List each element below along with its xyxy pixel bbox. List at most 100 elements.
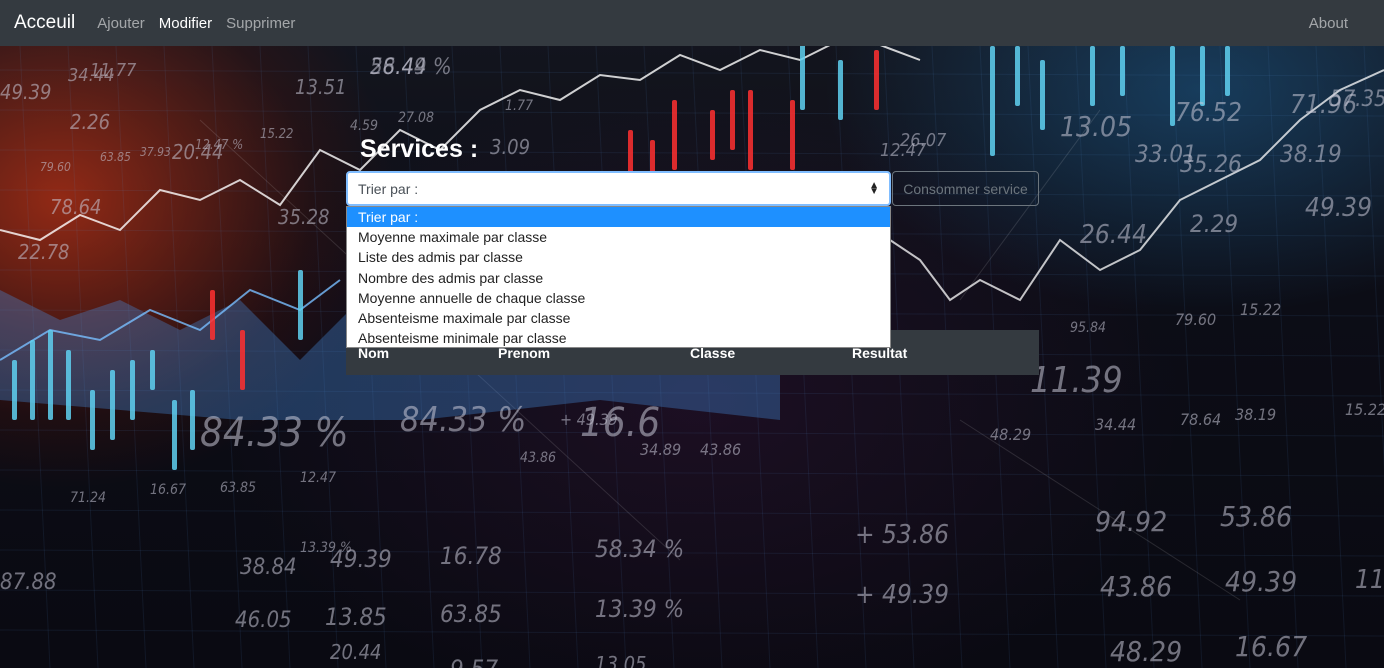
background-number: 20.44 [330,640,382,664]
candle [90,390,95,450]
background-number: 12.47 [880,140,927,161]
background-number: 78.64 [50,195,102,219]
candle [298,270,303,340]
background-number: 20.44 [172,140,224,164]
background-number: 15.22 [1345,400,1384,419]
background-number: 43.86 [1100,570,1173,603]
dropdown-option[interactable]: Nombre des admis par classe [347,268,890,288]
background-number: 35.28 [278,205,330,229]
candle [800,40,805,110]
background-number: 11.77 [1355,565,1384,595]
background-number: 26.44 [1080,220,1147,250]
background-number: 49.39 [1225,565,1298,598]
background-number: 63.85 [100,150,131,164]
background-number: 13.05 [1060,110,1133,143]
grid-line [0,589,1384,597]
candle [672,100,677,170]
background-number: 16.67 [150,482,187,498]
background-number: 84.33 % [400,400,527,440]
background-number: 46.05 [235,608,292,633]
background-number: 38.19 [1280,140,1342,168]
background-number: 48.29 [990,425,1032,444]
dropdown-option[interactable]: Trier par : [347,207,890,228]
candle [66,350,71,420]
background-number: 15.22 [1240,300,1282,319]
candle [990,46,995,156]
background-number: 58.34 % [595,535,685,563]
background-number: 11.39 [1030,360,1123,401]
background-number: 95.84 [1070,320,1107,336]
background-number: 84.33 % [200,410,349,456]
background-number: 13.05 [595,652,647,668]
candle [1225,46,1230,96]
background-number: 43.86 [520,450,557,466]
sort-select[interactable]: Trier par : ▲ ▼ [346,171,891,206]
background-number: 78.64 [1180,410,1222,429]
background-number: + 53.86 [855,520,949,550]
dropdown-option[interactable]: Liste des admis par classe [347,247,890,267]
background-number: 87.88 [0,570,57,595]
dropdown-option[interactable]: Moyenne maximale par classe [347,227,890,247]
background-number: 12.47 [300,470,337,486]
background-number: 48.29 [1110,635,1183,668]
background-number: 43.86 [700,440,742,459]
background-number: 79.60 [40,160,71,174]
background-number: 33.01 [1135,140,1197,168]
nav-link-ajouter[interactable]: Ajouter [97,15,145,32]
consume-service-button[interactable]: Consommer service [892,171,1039,206]
background-number: 38.84 [240,555,297,580]
candle [210,290,215,340]
background-number: 1.77 [505,98,534,114]
grid-line [0,469,1384,477]
background-number: 63.85 [220,480,257,496]
candle [1015,46,1020,106]
candle [48,330,53,420]
candle [1120,46,1125,96]
background-number: 49.39 [0,80,52,104]
background-number: 76.52 [1175,98,1242,128]
background-number: 2.29 [1190,210,1239,238]
sort-select-dropdown: Trier par : Moyenne maximale par classe … [346,206,891,348]
background-number: 3.09 [490,135,531,159]
background-number: 63.85 [440,600,502,628]
background-number: 16.67 [1235,630,1308,663]
brand-link[interactable]: Acceuil [14,12,75,34]
background-number: 27.08 [398,110,435,126]
candle [1040,60,1045,130]
services-title: Services : [360,135,479,163]
background-number: 9.57 [450,655,498,668]
background-number: 15.22 [260,127,294,142]
candle [1200,46,1205,106]
background-number: 2.26 [70,110,111,134]
candle [1090,46,1095,106]
nav-link-supprimer[interactable]: Supprimer [226,15,295,32]
background-number: 22.78 [18,240,70,264]
background-number: 79.60 [1175,310,1217,329]
candle [790,100,795,170]
dropdown-option[interactable]: Absenteisme maximale par classe [347,308,890,328]
nav-link-modifier[interactable]: Modifier [159,15,212,32]
candle [710,110,715,160]
nav-link-about[interactable]: About [1309,15,1348,32]
background-number: 13.39 % [300,540,353,556]
background-number: 38.19 [1235,405,1277,424]
background-number: 34.89 [640,440,682,459]
candle [12,360,17,420]
background-number: + 49.39 [560,410,618,429]
navbar: Acceuil Ajouter Modifier Supprimer About [0,0,1384,46]
background-number: 53.86 [1220,500,1293,533]
background-number: 16.78 [440,542,502,570]
background-number: + 49.39 [855,580,949,610]
grid-line [0,69,1384,77]
grid-line [0,509,1384,517]
background-number: 34.44 [1095,415,1137,434]
grid-line [0,549,1384,557]
select-arrows-icon: ▲ ▼ [869,179,879,197]
dropdown-option[interactable]: Moyenne annuelle de chaque classe [347,288,890,308]
candle [838,60,843,120]
background-number: 71.96 [1290,90,1357,120]
candle [730,90,735,150]
dropdown-option[interactable]: Absenteisme minimale par classe [347,328,890,347]
background-number: 4.59 [350,118,379,134]
background-number: 71.24 [70,490,107,506]
